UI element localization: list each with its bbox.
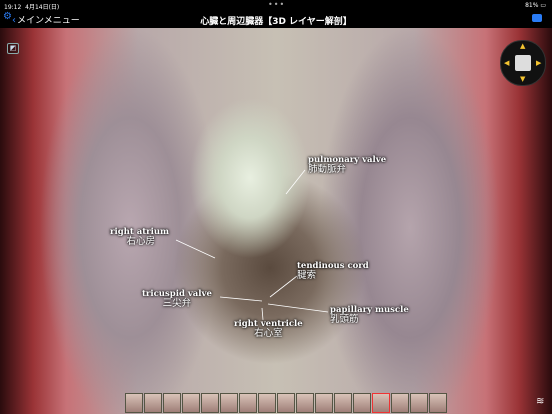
page-title: 心臓と周辺臓器【3D レイヤー解剖】 xyxy=(200,17,352,27)
rotate-up-icon[interactable]: ▲ xyxy=(520,42,525,50)
navigation-bar: ⚙ ‹メインメニュー 心臓と周辺臓器【3D レイヤー解剖】 xyxy=(0,10,552,28)
layer-thumbnail[interactable] xyxy=(125,393,143,413)
layer-thumbnail[interactable] xyxy=(410,393,428,413)
layer-thumbnail[interactable] xyxy=(296,393,314,413)
layer-thumbnail[interactable] xyxy=(391,393,409,413)
layers-icon[interactable]: ≋ xyxy=(536,396,548,408)
label-right-atrium: right atrium 右心房 xyxy=(110,227,170,247)
layer-thumbnail-strip xyxy=(125,393,447,414)
rotate-right-icon[interactable]: ▶ xyxy=(536,59,541,67)
collapse-icon[interactable]: ◩ xyxy=(7,43,19,54)
rotate-down-icon[interactable]: ▼ xyxy=(520,75,525,83)
orientation-cube-control[interactable]: ▲ ▼ ◀ ▶ xyxy=(500,40,546,86)
status-bar: 19:12 4月14日(日) ••• 81% ▭ xyxy=(0,0,552,11)
layer-thumbnail[interactable] xyxy=(315,393,333,413)
layer-thumbnail[interactable] xyxy=(334,393,352,413)
label-papillary-muscle: papillary muscle 乳頭筋 xyxy=(330,305,409,325)
layer-thumbnail[interactable] xyxy=(429,393,447,413)
layer-thumbnail[interactable] xyxy=(163,393,181,413)
cube-face-icon xyxy=(515,55,531,71)
layer-thumbnail[interactable] xyxy=(201,393,219,413)
label-tendinous-cord: tendinous cord 腱索 xyxy=(297,261,369,281)
3d-anatomy-viewer[interactable] xyxy=(0,28,552,414)
layer-thumbnail[interactable] xyxy=(372,393,390,413)
label-pulmonary-valve: pulmonary valve 肺動脈弁 xyxy=(308,155,387,175)
layer-thumbnail[interactable] xyxy=(220,393,238,413)
label-right-ventricle: right ventricle 右心室 xyxy=(234,319,303,339)
rotate-left-icon[interactable]: ◀ xyxy=(504,59,509,67)
layer-thumbnail[interactable] xyxy=(182,393,200,413)
layer-thumbnail[interactable] xyxy=(277,393,295,413)
multitask-dots-icon[interactable]: ••• xyxy=(268,0,285,9)
layer-thumbnail[interactable] xyxy=(258,393,276,413)
battery-indicator: 81% ▭ xyxy=(525,2,546,9)
layer-thumbnail[interactable] xyxy=(353,393,371,413)
layer-thumbnail[interactable] xyxy=(144,393,162,413)
layer-thumbnail[interactable] xyxy=(239,393,257,413)
menu-icon[interactable] xyxy=(532,14,542,22)
label-tricuspid-valve: tricuspid valve 三尖弁 xyxy=(142,289,212,309)
